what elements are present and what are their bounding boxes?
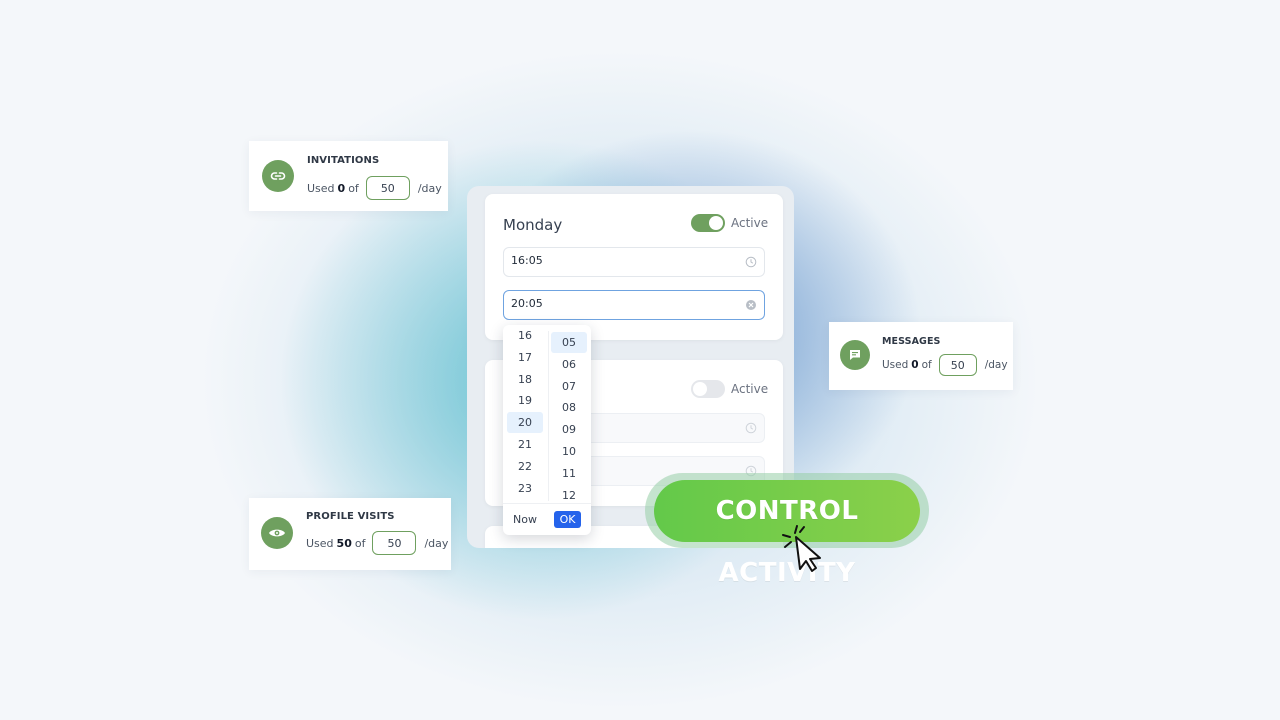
start-time-field[interactable] (503, 247, 765, 277)
profile-visits-title: PROFILE VISITS (306, 511, 395, 522)
profile-visits-limit-input[interactable] (372, 531, 417, 555)
toggle-knob (709, 216, 723, 230)
minute-option[interactable]: 07 (551, 376, 587, 397)
of-label: of (348, 181, 359, 195)
minute-option[interactable]: 08 (551, 397, 587, 418)
used-prefix: Used (307, 181, 335, 195)
pointer-cursor-icon (782, 525, 821, 572)
hour-option[interactable]: 18 (507, 369, 543, 390)
now-button[interactable]: Now (513, 513, 537, 526)
hour-option[interactable]: 22 (507, 456, 543, 477)
monday-active-label: Active (731, 216, 769, 230)
monday-active-toggle[interactable] (691, 214, 725, 232)
messages-title: MESSAGES (882, 336, 941, 347)
invitations-title: INVITATIONS (307, 155, 380, 166)
link-icon (262, 160, 294, 192)
second-day-active-toggle[interactable] (691, 380, 725, 398)
unit-label: /day (424, 536, 449, 550)
start-time-input[interactable] (511, 254, 711, 267)
messages-card: MESSAGES Used 0 of /day (829, 322, 1013, 390)
used-count: 0 (337, 181, 346, 195)
used-prefix: Used (306, 536, 334, 550)
of-label: of (921, 359, 932, 371)
day-name: Monday (503, 216, 563, 234)
of-label: of (354, 536, 366, 550)
hour-option[interactable]: 16 (507, 325, 543, 346)
minute-option[interactable]: 10 (551, 441, 587, 462)
hour-option[interactable]: 21 (507, 434, 543, 455)
messages-limit-input[interactable] (938, 354, 977, 376)
unit-label: /day (417, 181, 442, 195)
hour-option[interactable]: 20 (507, 412, 543, 434)
used-prefix: Used (882, 359, 909, 371)
ok-button[interactable]: OK (554, 511, 581, 528)
minute-option[interactable]: 05 (551, 332, 587, 353)
second-day-active-label: Active (731, 382, 769, 396)
hour-option[interactable]: 17 (507, 347, 543, 368)
clock-icon (745, 256, 757, 268)
minute-option[interactable]: 09 (551, 419, 587, 440)
picker-footer: Now OK (503, 503, 591, 536)
minute-option[interactable]: 11 (551, 463, 587, 484)
toggle-knob (693, 382, 707, 396)
clock-icon (745, 422, 757, 434)
hour-option[interactable]: 19 (507, 390, 543, 411)
chat-icon (840, 340, 870, 370)
time-picker-dropdown: 16 17 18 19 20 21 22 23 05 06 07 08 09 10 11 12 Now OK (503, 325, 591, 535)
profile-visits-usage: Used 50 of /day (306, 531, 448, 555)
unit-label: /day (984, 359, 1008, 371)
minute-option[interactable]: 06 (551, 354, 587, 375)
column-divider (548, 331, 549, 501)
end-time-field[interactable] (503, 290, 765, 320)
end-time-input[interactable] (511, 297, 711, 310)
used-count: 0 (911, 359, 919, 371)
messages-usage: Used 0 of /day (882, 354, 1008, 376)
profile-visits-card: PROFILE VISITS Used 50 of /day (249, 498, 451, 570)
invitations-limit-input[interactable] (365, 176, 410, 200)
invitations-usage: Used 0 of /day (307, 176, 442, 200)
clear-icon[interactable] (745, 299, 757, 311)
monday-card: Monday Active (485, 194, 783, 340)
used-count: 50 (336, 536, 352, 550)
hour-option[interactable]: 23 (507, 478, 543, 499)
eye-icon (261, 517, 293, 549)
invitations-card: INVITATIONS Used 0 of /day (249, 141, 448, 211)
